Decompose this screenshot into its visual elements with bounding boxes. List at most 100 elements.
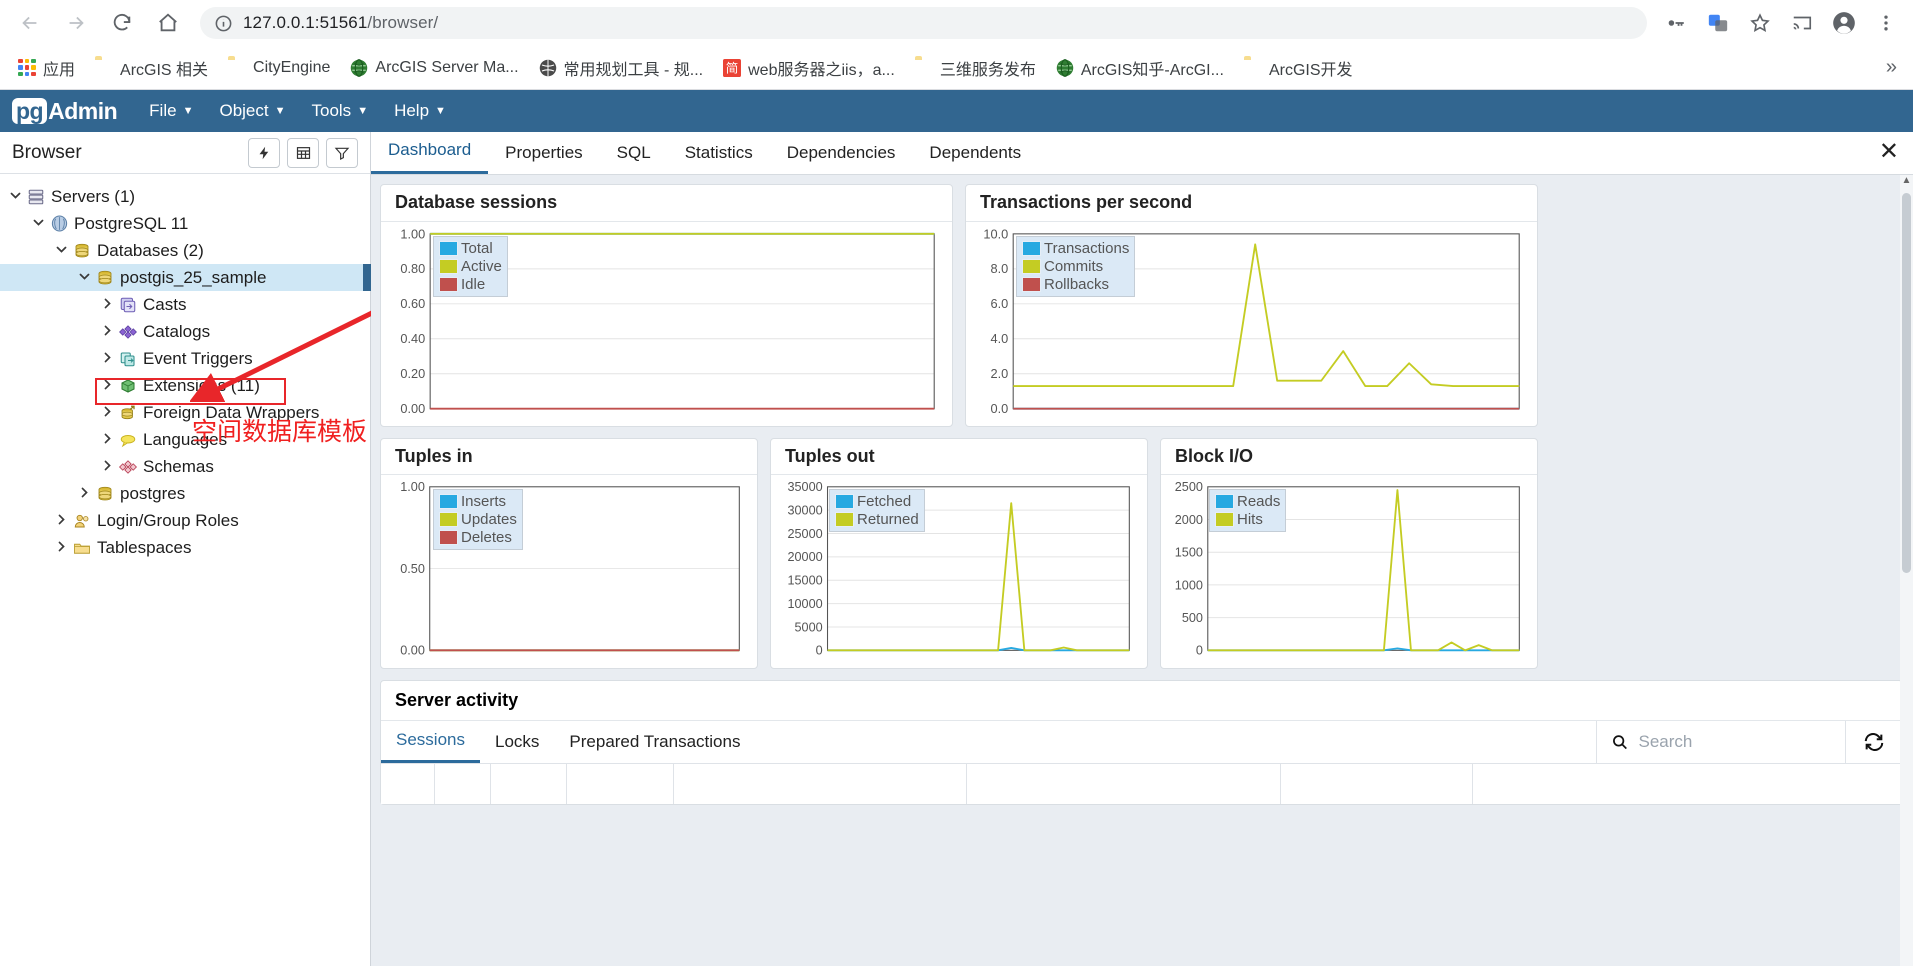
bookmark-star-button[interactable] [1741, 4, 1779, 42]
password-key-button[interactable] [1657, 4, 1695, 42]
menu-object[interactable]: Object▼ [207, 95, 297, 127]
scrollbar-thumb[interactable] [1902, 193, 1911, 573]
sa-tab-prepared-transactions[interactable]: Prepared Transactions [554, 723, 755, 762]
card-title: Transactions per second [966, 185, 1537, 222]
tree-item-event-triggers[interactable]: Event Triggers [0, 345, 370, 372]
translate-button[interactable] [1699, 4, 1737, 42]
bookmark-cityengine[interactable]: CityEngine [220, 54, 338, 82]
server-activity-tabs[interactable]: SessionsLocksPrepared Transactions [381, 721, 1902, 764]
tree-item-postgres[interactable]: postgres [0, 480, 370, 507]
menu-file[interactable]: File▼ [137, 95, 205, 127]
apps-grid-icon [18, 59, 36, 77]
grid-col [381, 764, 435, 804]
chevron-down-icon: ▼ [357, 105, 368, 117]
tree-item-tablespaces[interactable]: Tablespaces [0, 534, 370, 561]
servers-icon [26, 188, 46, 206]
forward-button[interactable] [54, 1, 98, 45]
address-bar[interactable]: 127.0.0.1:51561/browser/ [200, 7, 1647, 39]
legend-item: Deletes [439, 529, 517, 546]
bookmark-arcgis-related[interactable]: ArcGIS 相关 [87, 51, 216, 85]
svg-text:2.0: 2.0 [991, 366, 1009, 381]
server-activity-title: Server activity [381, 681, 1902, 721]
chevron-right-icon[interactable] [96, 324, 118, 340]
tab-dependents[interactable]: Dependents [912, 133, 1038, 174]
scroll-up-arrow[interactable]: ▲ [1900, 175, 1913, 189]
chrome-menu-button[interactable] [1867, 4, 1905, 42]
chevron-down-icon[interactable] [50, 243, 72, 259]
pgadmin-logo-text: Admin [48, 98, 117, 125]
roles-icon [72, 512, 92, 530]
tab-statistics[interactable]: Statistics [668, 133, 770, 174]
search-input[interactable] [1639, 732, 1832, 752]
legend-label: Fetched [857, 493, 911, 510]
bookmark-3d-service-publish[interactable]: 三维服务发布 [907, 51, 1044, 85]
legend-item: Commits [1022, 258, 1129, 275]
tab-dependencies[interactable]: Dependencies [770, 133, 913, 174]
query-tool-button[interactable] [248, 138, 280, 168]
profile-button[interactable] [1825, 4, 1863, 42]
tree-item-databases-2[interactable]: Databases (2) [0, 237, 370, 264]
tree-item-schemas[interactable]: Schemas [0, 453, 370, 480]
chevron-right-icon[interactable] [96, 459, 118, 475]
chevron-right-icon[interactable] [96, 351, 118, 367]
tree-item-label: Catalogs [143, 323, 210, 340]
close-tab-button[interactable]: ✕ [1879, 142, 1899, 162]
tree-item-login-group-roles[interactable]: Login/Group Roles [0, 507, 370, 534]
legend-swatch [439, 259, 458, 274]
chevron-right-icon[interactable] [50, 540, 72, 556]
card-transactions-per-second: Transactions per second 0.02.04.06.08.01… [965, 184, 1538, 427]
chart-legend: TransactionsCommitsRollbacks [1016, 236, 1135, 297]
pgadmin-menubar: File▼ Object▼ Tools▼ Help▼ [137, 95, 458, 127]
chevron-down-icon[interactable] [27, 216, 49, 232]
sa-tab-locks[interactable]: Locks [480, 723, 554, 762]
tab-properties[interactable]: Properties [488, 133, 599, 174]
view-data-button[interactable] [287, 138, 319, 168]
chevron-right-icon[interactable] [96, 405, 118, 421]
tree-item-postgis-25-sample[interactable]: postgis_25_sample [0, 264, 370, 291]
bookmark-planning-tools[interactable]: 常用规划工具 - 规... [531, 51, 712, 85]
bookmark-arcgis-zhihu[interactable]: ArcGIS知乎-ArcGI... [1048, 51, 1232, 85]
object-tree[interactable]: Servers (1)PostgreSQL 11Databases (2)pos… [0, 174, 370, 966]
card-database-sessions: Database sessions 0.000.200.400.600.801.… [380, 184, 953, 427]
chevron-right-icon[interactable] [96, 432, 118, 448]
bookmark-apps[interactable]: 应用 [10, 51, 83, 85]
bookmark-label: 三维服务发布 [940, 56, 1036, 80]
tree-item-languages[interactable]: Languages [0, 426, 370, 453]
chevron-right-icon[interactable] [73, 486, 95, 502]
tree-item-servers-1[interactable]: Servers (1) [0, 183, 370, 210]
svg-text:1.00: 1.00 [400, 226, 425, 241]
chevron-right-icon[interactable] [96, 378, 118, 394]
chevron-down-icon[interactable] [73, 270, 95, 286]
sa-tab-sessions[interactable]: Sessions [381, 721, 480, 763]
tree-item-casts[interactable]: Casts [0, 291, 370, 318]
menu-help[interactable]: Help▼ [382, 95, 458, 127]
chevron-right-icon[interactable] [50, 513, 72, 529]
home-button[interactable] [146, 1, 190, 45]
filter-button[interactable] [326, 138, 358, 168]
tab-dashboard[interactable]: Dashboard [371, 130, 488, 174]
bookmark-web-server-iis[interactable]: 简 web服务器之iis，a... [715, 51, 903, 85]
menu-tools[interactable]: Tools▼ [300, 95, 381, 127]
tree-item-extensions-11[interactable]: Extensions (11) [0, 372, 370, 399]
tree-item-catalogs[interactable]: Catalogs [0, 318, 370, 345]
bookmark-arcgis-server-manager[interactable]: ArcGIS Server Ma... [342, 54, 526, 82]
main-tabbar[interactable]: DashboardPropertiesSQLStatisticsDependen… [371, 132, 1913, 175]
legend-swatch [1022, 259, 1041, 274]
tab-sql[interactable]: SQL [600, 133, 668, 174]
chevron-right-icon[interactable] [96, 297, 118, 313]
server-activity-search[interactable] [1596, 721, 1846, 763]
cast-button[interactable] [1783, 4, 1821, 42]
back-arrow-icon [19, 12, 41, 34]
back-button[interactable] [8, 1, 52, 45]
reload-button[interactable] [100, 1, 144, 45]
tree-item-foreign-data-wrappers[interactable]: Foreign Data Wrappers [0, 399, 370, 426]
bookmark-arcgis-dev[interactable]: ArcGIS开发 [1236, 51, 1361, 85]
chart-container: 0.000.501.00 InsertsUpdatesDeletes [381, 475, 757, 668]
bookmarks-overflow-button[interactable]: » [1880, 54, 1903, 81]
chevron-down-icon[interactable] [4, 189, 26, 205]
tree-item-postgresql-11[interactable]: PostgreSQL 11 [0, 210, 370, 237]
svg-text:1.00: 1.00 [400, 480, 425, 494]
main-scrollbar[interactable]: ▲ ▼ [1900, 175, 1913, 966]
pgadmin-logo-badge: pg [12, 98, 47, 124]
refresh-button[interactable] [1846, 721, 1902, 763]
